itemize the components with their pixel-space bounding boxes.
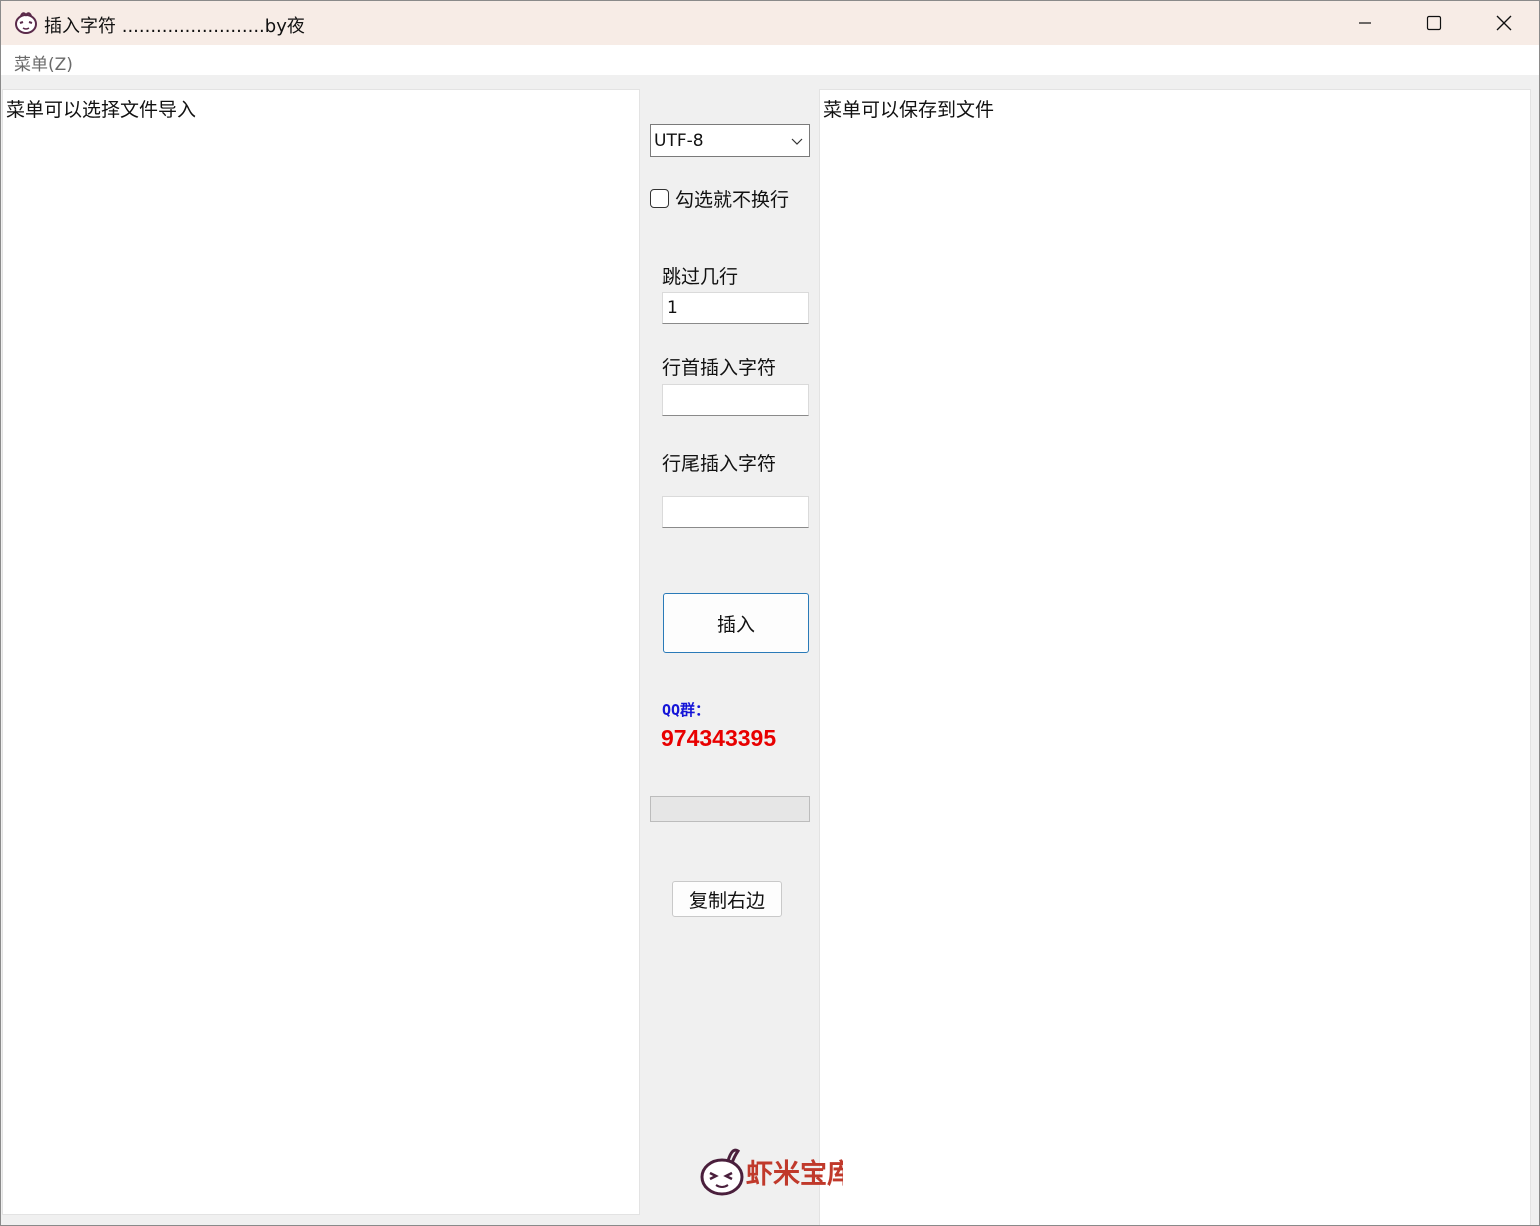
encoding-select-value: UTF-8 <box>654 131 704 151</box>
progress-bar <box>650 796 810 822</box>
watermark-text: 虾米宝库 <box>746 1158 843 1190</box>
watermark-mascot-icon <box>700 1148 744 1196</box>
maximize-button[interactable] <box>1399 1 1469 45</box>
watermark-logo: 虾米宝库 <box>700 1148 843 1196</box>
qq-group-label: QQ群： <box>662 701 711 719</box>
copy-right-button[interactable]: 复制右边 <box>672 881 782 917</box>
menu-item-main[interactable]: 菜单(Z) <box>14 50 73 75</box>
minimize-button[interactable] <box>1330 1 1400 45</box>
no-wrap-option[interactable]: 勾选就不换行 <box>650 186 790 211</box>
no-wrap-checkbox[interactable] <box>650 188 669 208</box>
title-bar[interactable]: 插入字符 .........................by夜 <box>1 1 1539 45</box>
window-title: 插入字符 .........................by夜 <box>44 16 305 37</box>
line-end-input[interactable] <box>662 496 809 528</box>
close-button[interactable] <box>1469 1 1539 45</box>
skip-lines-label: 跳过几行 <box>662 266 739 288</box>
result-textarea[interactable]: 菜单可以保存到文件 <box>819 89 1531 1225</box>
app-window: 插入字符 .........................by夜 菜单(Z) … <box>0 0 1540 1226</box>
no-wrap-label: 勾选就不换行 <box>675 188 790 211</box>
qq-group-number: 974343395 <box>661 725 777 751</box>
line-end-label: 行尾插入字符 <box>662 453 777 475</box>
app-logo-icon <box>15 12 37 34</box>
line-start-label: 行首插入字符 <box>662 357 777 379</box>
toolbar-strip <box>1 75 1539 89</box>
source-textarea[interactable]: 菜单可以选择文件导入 <box>2 89 640 1215</box>
minimize-icon <box>1359 22 1371 24</box>
insert-button[interactable]: 插入 <box>663 593 809 653</box>
menu-bar: 菜单(Z) <box>1 45 1539 75</box>
line-start-input[interactable] <box>662 384 809 416</box>
maximize-icon <box>1426 15 1442 31</box>
close-icon <box>1496 15 1512 31</box>
chevron-down-icon <box>791 138 803 145</box>
encoding-select[interactable]: UTF-8 <box>650 124 810 157</box>
skip-lines-input[interactable]: 1 <box>662 292 809 324</box>
